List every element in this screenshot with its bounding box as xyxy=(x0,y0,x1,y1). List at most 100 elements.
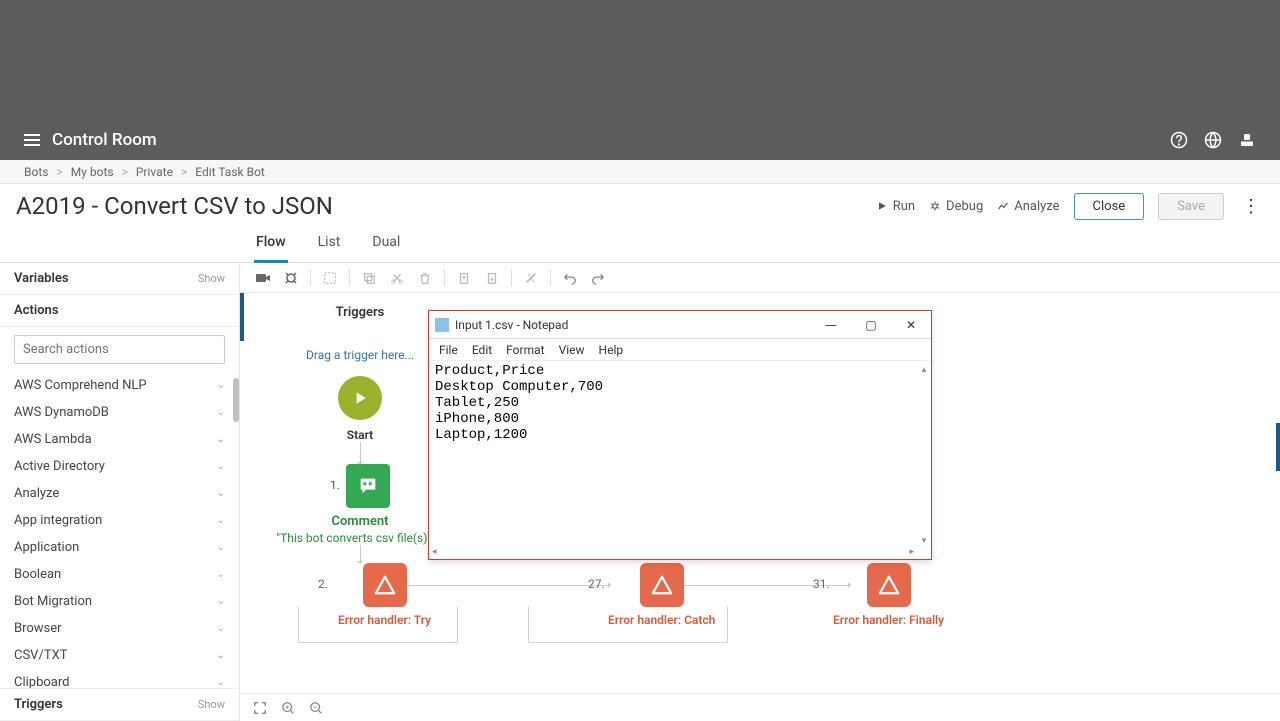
tab-dual[interactable]: Dual xyxy=(370,224,402,262)
action-item[interactable]: Bot Migration⌄ xyxy=(0,588,239,615)
notepad-titlebar[interactable]: Input 1.csv - Notepad — ▢ ✕ xyxy=(429,311,931,339)
notepad-menubar: File Edit Format View Help xyxy=(429,339,931,361)
error-container xyxy=(528,607,728,643)
error-try-node[interactable] xyxy=(363,563,407,607)
cut-icon[interactable] xyxy=(388,269,406,287)
notepad-menu-file[interactable]: File xyxy=(439,343,458,357)
hamburger-icon[interactable] xyxy=(24,134,40,146)
clipboard-up-icon[interactable] xyxy=(455,269,473,287)
notepad-app-icon xyxy=(435,318,449,332)
header-bar: Control Room xyxy=(0,120,1280,160)
bot-icon[interactable] xyxy=(282,269,300,287)
step-number: 1. xyxy=(330,478,340,492)
breadcrumb-item[interactable]: My bots xyxy=(71,165,114,179)
action-item[interactable]: Active Directory⌄ xyxy=(0,453,239,480)
triggers-show-toggle[interactable]: Show xyxy=(198,698,225,711)
canvas-right-indicator xyxy=(1276,423,1280,471)
canvas-toolbar xyxy=(240,263,1280,293)
action-item[interactable]: Analyze⌄ xyxy=(0,480,239,507)
undo-icon[interactable] xyxy=(561,269,579,287)
chevron-down-icon: ⌄ xyxy=(217,380,225,391)
action-item[interactable]: App integration⌄ xyxy=(0,507,239,534)
step-number: 27. xyxy=(588,577,605,591)
breadcrumb-item[interactable]: Bots xyxy=(24,165,48,179)
record-icon[interactable] xyxy=(254,269,272,287)
tab-flow[interactable]: Flow xyxy=(254,224,288,263)
clipboard-down-icon[interactable] xyxy=(483,269,501,287)
notepad-menu-view[interactable]: View xyxy=(559,343,585,357)
chevron-down-icon: ⌄ xyxy=(217,542,225,553)
connector xyxy=(360,442,361,464)
zoom-out-icon[interactable] xyxy=(308,700,324,716)
scrollbar-thumb[interactable] xyxy=(233,378,239,422)
tab-list[interactable]: List xyxy=(316,224,343,262)
chevron-down-icon: ⌄ xyxy=(217,515,225,526)
minimize-icon[interactable]: — xyxy=(811,311,851,339)
notepad-title: Input 1.csv - Notepad xyxy=(455,318,568,332)
analyze-button[interactable]: Analyze xyxy=(997,199,1059,214)
title-row: A2019 - Convert CSV to JSON Run Debug An… xyxy=(0,184,1280,220)
notepad-window[interactable]: Input 1.csv - Notepad — ▢ ✕ File Edit Fo… xyxy=(428,310,932,560)
action-item[interactable]: Clipboard⌄ xyxy=(0,669,239,688)
save-button: Save xyxy=(1158,193,1224,220)
close-button[interactable]: Close xyxy=(1074,193,1145,220)
maximize-icon[interactable]: ▢ xyxy=(851,311,891,339)
page-title: A2019 - Convert CSV to JSON xyxy=(16,192,333,220)
breadcrumb-item[interactable]: Private xyxy=(136,165,173,179)
comment-description: "This bot converts csv file(s) t... xyxy=(270,531,450,545)
start-node[interactable] xyxy=(338,376,382,420)
comment-label: Comment xyxy=(331,514,388,529)
kebab-menu-icon[interactable]: ⋮ xyxy=(1238,196,1264,217)
breadcrumb: Bots > My bots > Private > Edit Task Bot xyxy=(0,160,1280,184)
zoom-reset-icon[interactable] xyxy=(280,700,296,716)
chevron-down-icon: ⌄ xyxy=(217,677,225,688)
notepad-menu-edit[interactable]: Edit xyxy=(472,343,492,357)
close-icon[interactable]: ✕ xyxy=(891,311,931,339)
run-button[interactable]: Run xyxy=(876,199,915,214)
action-item[interactable]: CSV/TXT⌄ xyxy=(0,642,239,669)
variables-section-header[interactable]: Variables Show xyxy=(0,263,239,295)
search-actions-input[interactable] xyxy=(14,335,225,364)
app-title: Control Room xyxy=(52,130,157,150)
top-video-strip xyxy=(0,0,1280,120)
start-label: Start xyxy=(347,428,373,442)
comment-node[interactable] xyxy=(346,464,390,508)
action-item[interactable]: AWS Comprehend NLP⌄ xyxy=(0,372,239,399)
action-item[interactable]: Browser⌄ xyxy=(0,615,239,642)
connector xyxy=(360,545,361,563)
chevron-down-icon: ⌄ xyxy=(217,461,225,472)
actions-section-header[interactable]: Actions xyxy=(0,295,239,327)
sidebar: Variables Show Actions AWS Comprehend NL… xyxy=(0,263,240,721)
error-finally-node[interactable] xyxy=(867,563,911,607)
debug-button[interactable]: Debug xyxy=(929,199,983,214)
variables-show-toggle[interactable]: Show xyxy=(198,272,225,285)
notepad-vertical-scrollbar[interactable]: ▴▾ xyxy=(918,365,930,546)
action-item[interactable]: Application⌄ xyxy=(0,534,239,561)
error-finally-label: Error handler: Finally xyxy=(833,613,944,627)
notepad-text-area[interactable]: Product,Price Desktop Computer,700 Table… xyxy=(429,361,931,545)
canvas-bottom-toolbar xyxy=(240,693,1280,721)
select-icon[interactable] xyxy=(321,269,339,287)
copy-icon[interactable] xyxy=(360,269,378,287)
delete-icon[interactable] xyxy=(416,269,434,287)
notepad-horizontal-scrollbar[interactable]: ◂▸ xyxy=(430,546,916,558)
actions-list[interactable]: AWS Comprehend NLP⌄ AWS DynamoDB⌄ AWS La… xyxy=(0,372,239,688)
error-container xyxy=(298,607,458,643)
disable-icon[interactable] xyxy=(522,269,540,287)
notepad-menu-help[interactable]: Help xyxy=(599,343,624,357)
chevron-down-icon: ⌄ xyxy=(217,407,225,418)
globe-icon[interactable] xyxy=(1204,131,1222,149)
action-item[interactable]: AWS DynamoDB⌄ xyxy=(0,399,239,426)
user-icon[interactable] xyxy=(1238,131,1256,149)
help-icon[interactable] xyxy=(1170,131,1188,149)
triggers-section-header[interactable]: Triggers Show xyxy=(0,688,239,721)
action-item[interactable]: Boolean⌄ xyxy=(0,561,239,588)
action-item[interactable]: AWS Lambda⌄ xyxy=(0,426,239,453)
chevron-down-icon: ⌄ xyxy=(217,596,225,607)
redo-icon[interactable] xyxy=(589,269,607,287)
chevron-down-icon: ⌄ xyxy=(217,434,225,445)
fit-icon[interactable] xyxy=(252,700,268,716)
notepad-menu-format[interactable]: Format xyxy=(506,343,544,357)
error-catch-node[interactable] xyxy=(640,563,684,607)
chevron-down-icon: ⌄ xyxy=(217,623,225,634)
